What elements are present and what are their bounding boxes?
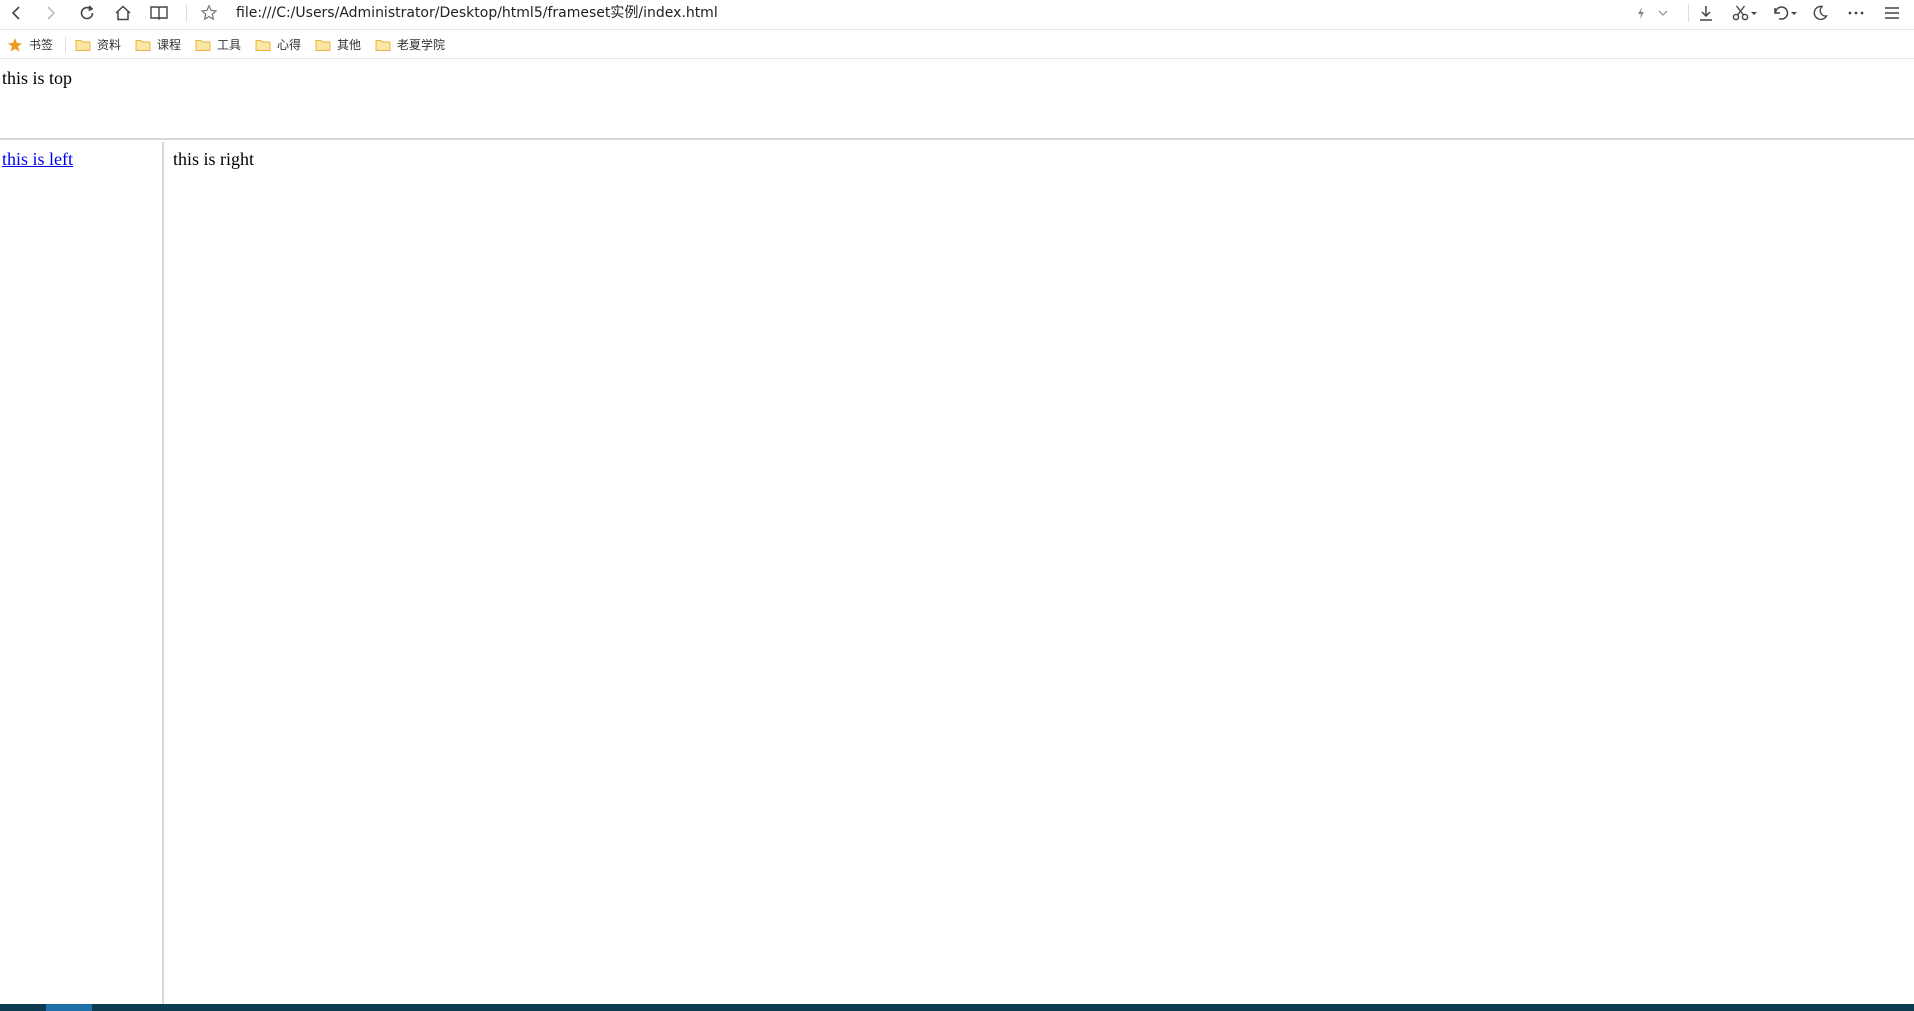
address-bar[interactable]: file:///C:/Users/Administrator/Desktop/h… [236,2,1606,24]
bookmark-folder-label: 资料 [97,38,122,52]
folder-icon [315,39,331,51]
top-frame: this is top [0,60,1914,140]
bookmark-folder[interactable]: 心得 [255,31,301,58]
download-icon[interactable] [1692,0,1720,26]
right-frame-text: this is right [173,149,255,169]
browser-toolbar: file:///C:/Users/Administrator/Desktop/h… [0,0,1914,30]
bookmark-folder[interactable]: 工具 [195,31,241,58]
bookmarks-label: 书签 [29,38,54,52]
left-frame-link[interactable]: this is left [2,149,73,170]
lightning-icon[interactable] [1629,0,1653,26]
undo-icon[interactable] [1768,0,1802,26]
folder-icon [75,39,91,51]
forward-icon[interactable] [37,0,65,26]
bookmark-folder[interactable]: 资料 [75,31,121,58]
toolbar-divider [1688,4,1689,22]
reader-icon[interactable] [145,0,173,26]
reload-icon[interactable] [73,0,101,26]
bookmark-folder[interactable]: 其他 [315,31,361,58]
left-frame: this is left [0,142,164,1004]
bookmark-folder-label: 心得 [277,38,302,52]
home-icon[interactable] [109,0,137,26]
bookmark-star-icon [8,37,22,52]
scissors-icon[interactable] [1728,0,1762,26]
folder-icon [195,39,211,51]
bookmarks-bar: 书签 资料 课程 工具 心得 其他 老夏学院 [0,31,1914,59]
star-icon[interactable] [195,0,223,26]
taskbar [0,1004,1914,1011]
bookmarks-menu[interactable]: 书签 [7,31,53,58]
folder-icon [375,39,391,51]
chevron-down-icon[interactable] [1652,0,1674,26]
folder-icon [255,39,271,51]
bookmark-folder-label: 课程 [157,38,182,52]
taskbar-active-app[interactable] [46,1004,92,1011]
bookmark-folder-label: 其他 [337,38,362,52]
back-icon[interactable] [2,0,30,26]
more-icon[interactable] [1842,0,1870,26]
menu-icon[interactable] [1878,0,1906,26]
bookmarks-divider [65,37,66,53]
top-frame-text: this is top [2,68,73,88]
bookmark-folder-label: 老夏学院 [397,38,446,52]
moon-icon[interactable] [1806,0,1834,26]
right-frame: this is right [166,142,1914,1004]
bookmark-folder[interactable]: 课程 [135,31,181,58]
folder-icon [135,39,151,51]
bookmark-folder-label: 工具 [217,38,242,52]
toolbar-divider [186,4,187,22]
bookmark-folder[interactable]: 老夏学院 [375,31,445,58]
